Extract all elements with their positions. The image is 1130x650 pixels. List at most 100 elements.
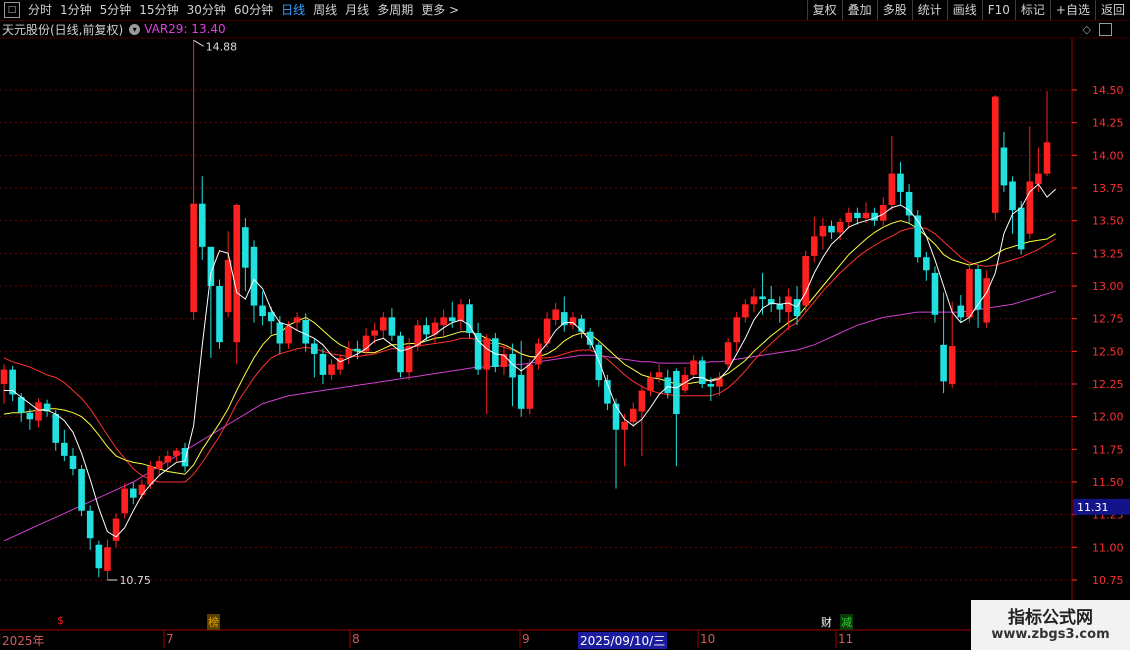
candle-up[interactable] — [819, 225, 827, 237]
candle-up[interactable] — [526, 364, 534, 409]
candle-up[interactable] — [810, 236, 818, 256]
candle-up[interactable] — [690, 360, 697, 375]
toolbar-button-2[interactable]: 多股 — [876, 0, 912, 20]
candle-up[interactable] — [836, 221, 844, 233]
candle-up[interactable] — [224, 259, 232, 313]
window-icon[interactable] — [1099, 23, 1112, 36]
candle-up[interactable] — [888, 173, 896, 205]
candle-up[interactable] — [1043, 142, 1051, 174]
candle-down[interactable] — [776, 304, 784, 310]
candle-up[interactable] — [138, 484, 146, 496]
candle-down[interactable] — [1017, 207, 1025, 250]
toolbar-button-4[interactable]: 画线 — [946, 0, 982, 20]
candle-down[interactable] — [354, 348, 361, 352]
candle-down[interactable] — [61, 442, 68, 456]
event-mark-3[interactable]: 减 — [840, 614, 853, 630]
candle-up[interactable] — [966, 269, 973, 318]
candle-up[interactable] — [655, 372, 663, 378]
period-tab-10[interactable]: 更多 > — [417, 0, 463, 20]
candle-down[interactable] — [388, 317, 396, 336]
period-tab-2[interactable]: 5分钟 — [96, 0, 136, 20]
candle-up[interactable] — [121, 488, 128, 514]
event-mark-2[interactable]: 财 — [820, 614, 833, 630]
period-tab-5[interactable]: 60分钟 — [230, 0, 277, 20]
candle-down[interactable] — [52, 414, 60, 443]
candle-up[interactable] — [405, 346, 413, 373]
candle-up[interactable] — [629, 408, 637, 422]
candle-down[interactable] — [1009, 181, 1016, 211]
candle-down[interactable] — [897, 173, 904, 192]
diamond-icon[interactable]: ◇ — [1083, 23, 1091, 36]
candle-down[interactable] — [828, 225, 835, 233]
candle-down[interactable] — [957, 305, 965, 318]
candle-up[interactable] — [483, 338, 491, 370]
candle-up[interactable] — [802, 255, 809, 306]
candle-down[interactable] — [448, 317, 456, 322]
candle-up[interactable] — [328, 364, 335, 375]
period-tab-8[interactable]: 月线 — [341, 0, 373, 20]
toolbar-button-6[interactable]: 标记 — [1014, 0, 1050, 20]
candle-down[interactable] — [673, 370, 680, 415]
toolbar-button-3[interactable]: 统计 — [911, 0, 947, 20]
period-tab-1[interactable]: 1分钟 — [56, 0, 96, 20]
candle-up[interactable] — [742, 304, 749, 318]
candle-down[interactable] — [923, 257, 930, 271]
candle-up[interactable] — [1035, 173, 1042, 185]
candle-down[interactable] — [276, 322, 284, 344]
toolbar-button-1[interactable]: 叠加 — [841, 0, 877, 20]
candle-down[interactable] — [198, 203, 206, 247]
candle-up[interactable] — [845, 212, 853, 222]
candle-up[interactable] — [983, 278, 990, 323]
candle-down[interactable] — [931, 272, 939, 315]
candle-down[interactable] — [216, 286, 223, 343]
candle-down[interactable] — [698, 360, 706, 384]
candle-up[interactable] — [155, 461, 163, 469]
candle-down[interactable] — [78, 468, 85, 511]
candle-down[interactable] — [940, 344, 947, 382]
candle-up[interactable] — [371, 330, 378, 336]
toolbar-button-0[interactable]: 复权 — [806, 0, 842, 20]
candle-up[interactable] — [733, 317, 740, 343]
period-tab-6[interactable]: 日线 — [277, 0, 309, 20]
candle-down[interactable] — [302, 319, 309, 344]
candle-down[interactable] — [974, 269, 982, 310]
candle-up[interactable] — [285, 326, 292, 344]
candle-up[interactable] — [104, 547, 111, 571]
candle-up[interactable] — [112, 518, 120, 541]
candle-up[interactable] — [0, 369, 8, 384]
period-tab-4[interactable]: 30分钟 — [183, 0, 230, 20]
candle-up[interactable] — [440, 317, 447, 326]
candle-down[interactable] — [854, 212, 861, 219]
candle-up[interactable] — [233, 204, 241, 343]
candle-down[interactable] — [86, 510, 94, 539]
candle-up[interactable] — [862, 212, 870, 219]
candle-down[interactable] — [474, 333, 482, 370]
candle-down[interactable] — [130, 488, 137, 498]
candle-down[interactable] — [664, 377, 672, 394]
panel-toggle-icon[interactable]: □ — [4, 2, 20, 18]
candle-up[interactable] — [569, 317, 577, 326]
candle-down[interactable] — [612, 403, 620, 430]
event-mark-1[interactable]: 榜 — [207, 614, 220, 630]
candle-up[interactable] — [948, 346, 956, 384]
period-tab-7[interactable]: 周线 — [309, 0, 341, 20]
period-tab-9[interactable]: 多周期 — [373, 0, 417, 20]
candle-up[interactable] — [173, 450, 180, 456]
candle-down[interactable] — [905, 191, 913, 216]
candle-down[interactable] — [26, 412, 34, 420]
candle-up[interactable] — [164, 455, 172, 463]
candle-down[interactable] — [242, 227, 249, 268]
candle-down[interactable] — [793, 299, 801, 317]
candle-up[interactable] — [638, 390, 646, 412]
candle-down[interactable] — [595, 344, 603, 381]
candle-down[interactable] — [69, 455, 77, 469]
candle-down[interactable] — [759, 296, 766, 300]
candle-up[interactable] — [647, 377, 654, 391]
candle-down[interactable] — [311, 343, 318, 354]
candle-down[interactable] — [1000, 147, 1008, 186]
period-tab-3[interactable]: 15分钟 — [135, 0, 182, 20]
candle-down[interactable] — [95, 544, 103, 569]
candle-down[interactable] — [517, 374, 525, 409]
candle-up[interactable] — [35, 402, 42, 421]
indicator-dropdown-icon[interactable]: ▾ — [129, 23, 141, 35]
